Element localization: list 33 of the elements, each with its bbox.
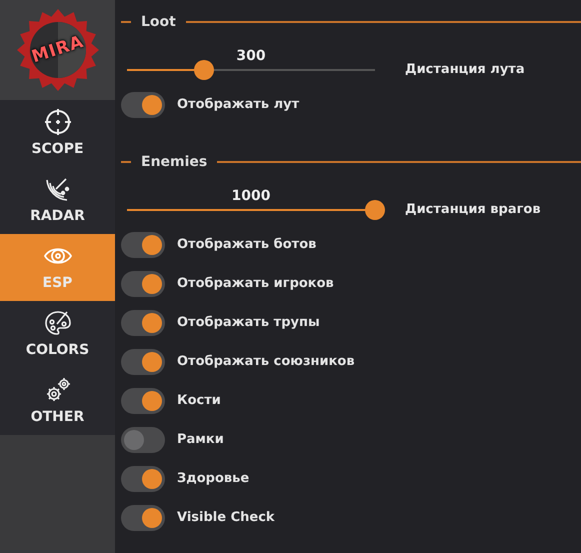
toggle-label: Отображать трупы xyxy=(177,314,320,332)
toggle-label: Рамки xyxy=(177,430,224,449)
slider-label: Дистанция лута xyxy=(405,61,525,79)
slider-value: 300 xyxy=(236,47,266,65)
toggle-switch[interactable] xyxy=(121,348,165,374)
toggle-switch[interactable] xyxy=(121,92,165,118)
crosshair-icon xyxy=(42,107,72,137)
toggle-label: Кости xyxy=(177,392,221,410)
slider-thumb[interactable] xyxy=(194,60,214,80)
sidebar-tab[interactable]: SCOPE xyxy=(0,100,115,167)
sidebar-tab[interactable]: COLORS xyxy=(0,301,115,368)
toggle-label: Отображать игроков xyxy=(177,274,334,293)
section-title: Loot xyxy=(140,12,177,32)
toggle-switch[interactable] xyxy=(121,270,165,296)
toggle-switch[interactable] xyxy=(121,232,165,258)
sidebar-tab[interactable]: RADAR xyxy=(0,167,115,234)
toggle-label: Отображать союзников xyxy=(177,352,355,371)
toggle-switch[interactable] xyxy=(121,310,165,336)
toggle-switch[interactable] xyxy=(121,388,165,414)
toggle-switch[interactable] xyxy=(121,426,165,452)
palette-icon xyxy=(42,308,72,338)
toggle-switch[interactable] xyxy=(121,466,165,492)
toggle-switch[interactable] xyxy=(121,504,165,530)
slider-thumb[interactable] xyxy=(365,200,385,220)
toggle-label: Отображать ботов xyxy=(177,236,316,254)
toggle-label: Здоровье xyxy=(177,470,250,488)
section-title: Enemies xyxy=(140,152,208,172)
slider-value: 1000 xyxy=(232,187,270,205)
sidebar-tab[interactable]: OTHER xyxy=(0,368,115,435)
logo: MIRA xyxy=(16,8,100,92)
toggle-label: Visible Check xyxy=(177,508,275,527)
toggle-label: Отображать лут xyxy=(177,96,300,114)
slider-label: Дистанция врагов xyxy=(405,201,541,219)
